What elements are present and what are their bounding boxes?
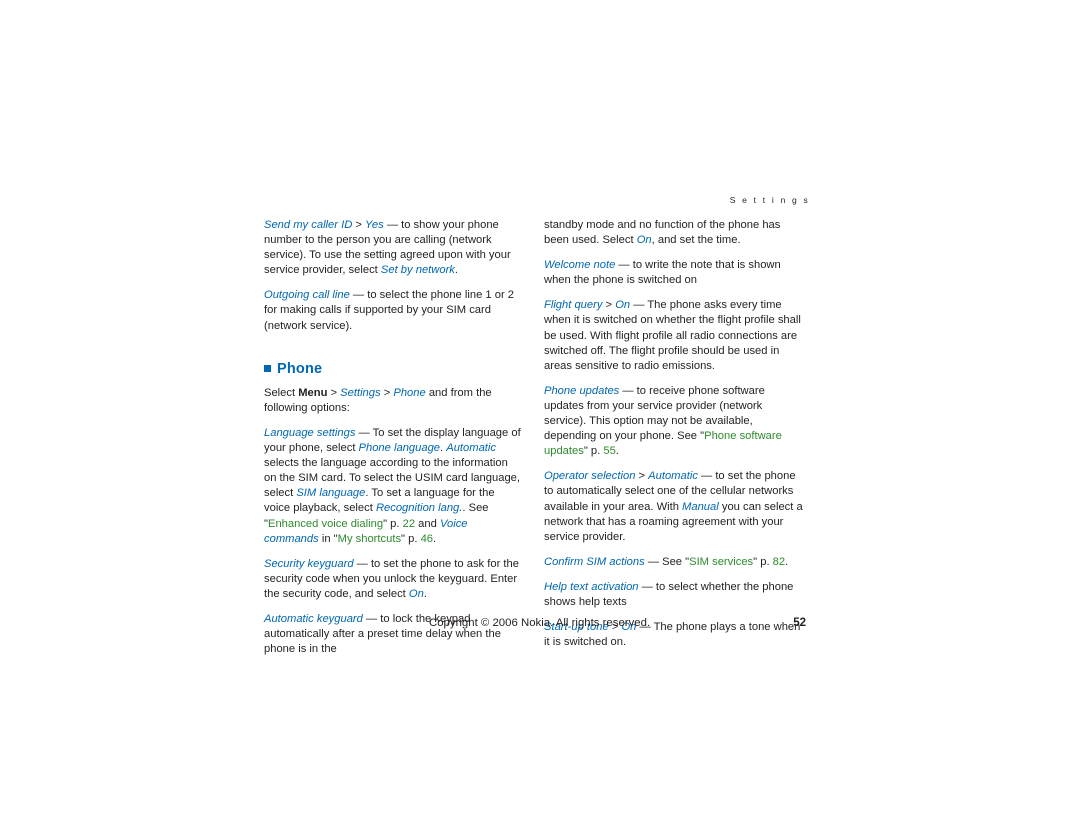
text-run: , and set the time. xyxy=(651,234,741,247)
text-run: Outgoing call line xyxy=(264,289,350,302)
text-run: Automatic xyxy=(648,470,698,483)
text-run: " p. xyxy=(401,532,421,545)
running-head: S e t t i n g s xyxy=(729,195,810,205)
text-run: Phone language xyxy=(358,442,441,455)
text-run: . xyxy=(615,445,619,458)
paragraph-confirm-sim-actions: Confirm SIM actions — See "SIM services"… xyxy=(544,555,806,570)
paragraph-language-settings: Language settings — To set the display l… xyxy=(264,426,522,547)
text-run: Security keyguard xyxy=(264,557,354,570)
paragraph-outgoing-call-line: Outgoing call line — to select the phone… xyxy=(264,288,522,333)
left-column: Send my caller ID > Yes — to show your p… xyxy=(264,218,522,667)
text-run: . xyxy=(785,555,789,568)
text-run: . xyxy=(423,587,427,600)
text-run: and xyxy=(415,517,440,530)
text-run: Operator selection xyxy=(544,470,636,483)
text-run: > xyxy=(327,386,341,399)
left-column-intro: Select Menu > Settings > Phone and from … xyxy=(264,386,522,416)
text-run: . xyxy=(433,532,437,545)
text-run: " p. xyxy=(383,517,403,530)
text-run: Send my caller ID xyxy=(264,219,353,231)
text-run: 46 xyxy=(420,532,434,545)
paragraph-flight-query: Flight query > On — The phone asks every… xyxy=(544,298,806,373)
left-column-top-paragraphs: Send my caller ID > Yes — to show your p… xyxy=(264,218,522,334)
paragraph-standby-continuation: standby mode and no function of the phon… xyxy=(544,218,806,248)
section-heading-phone: Phone xyxy=(264,344,522,377)
paragraph-text: Select Menu > Settings > Phone and from … xyxy=(264,386,522,416)
text-run: On xyxy=(636,234,652,247)
text-run: Recognition lang. xyxy=(375,502,463,515)
text-run: Settings xyxy=(340,386,381,399)
bullet-square-icon xyxy=(264,364,271,372)
text-run: . xyxy=(454,264,459,277)
text-run: 55 xyxy=(603,445,616,458)
text-run: > xyxy=(352,219,366,231)
paragraph-help-text-activation: Help text activation — to select whether… xyxy=(544,580,806,610)
text-run: Confirm SIM actions xyxy=(544,555,645,568)
text-run: 82 xyxy=(772,555,786,568)
text-run: SIM services xyxy=(689,555,754,568)
paragraph-phone-updates: Phone updates — to receive phone softwar… xyxy=(544,384,806,459)
page-number: 52 xyxy=(793,617,806,629)
text-run: " p. xyxy=(753,555,773,568)
text-run: Automatic xyxy=(446,442,496,455)
text-run: Phone updates xyxy=(544,384,620,397)
paragraph-operator-selection: Operator selection > Automatic — to set … xyxy=(544,469,806,544)
text-run: > xyxy=(635,470,649,483)
text-run: My shortcuts xyxy=(337,532,402,545)
text-run: " p. xyxy=(583,445,604,458)
text-run: 22 xyxy=(402,517,416,530)
text-run: Language settings xyxy=(264,426,356,439)
copyright-text: Copyright © 2006 Nokia. All rights reser… xyxy=(429,617,651,629)
text-run: Select xyxy=(264,386,299,399)
text-run: — See " xyxy=(644,555,690,568)
text-run: Menu xyxy=(298,386,328,399)
manual-page: S e t t i n g s Send my caller ID > Yes … xyxy=(0,0,1080,834)
paragraph-welcome-note: Welcome note — to write the note that is… xyxy=(544,258,806,288)
text-run: Enhanced voice dialing xyxy=(267,517,384,530)
section-heading-label: Phone xyxy=(277,360,323,377)
text-run: Phone xyxy=(393,386,426,399)
page-footer: Copyright © 2006 Nokia. All rights reser… xyxy=(264,617,806,629)
text-run: in " xyxy=(318,532,338,545)
text-run: Flight query xyxy=(544,299,603,312)
text-run: Yes xyxy=(365,219,384,231)
text-run: > xyxy=(380,386,394,399)
text-run: Welcome note xyxy=(544,259,616,272)
text-run: > xyxy=(602,299,616,312)
text-run: On xyxy=(615,299,631,312)
right-column: standby mode and no function of the phon… xyxy=(544,218,806,660)
text-run: SIM language xyxy=(296,487,366,500)
right-column-paragraphs: standby mode and no function of the phon… xyxy=(544,218,806,650)
text-run: Manual xyxy=(682,500,719,513)
text-run: Set by network xyxy=(380,264,455,277)
text-run: Help text activation xyxy=(544,580,639,593)
paragraph-security-keyguard: Security keyguard — to set the phone to … xyxy=(264,557,522,602)
text-run: On xyxy=(408,587,424,600)
paragraph-send-my-caller-id: Send my caller ID > Yes — to show your p… xyxy=(264,218,522,278)
